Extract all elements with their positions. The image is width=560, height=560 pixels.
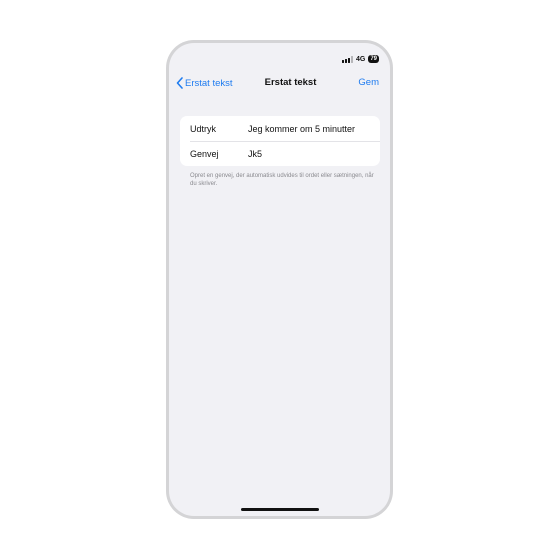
form-group: Udtryk Genvej <box>180 116 380 166</box>
chevron-left-icon <box>176 77 183 89</box>
phrase-input[interactable] <box>248 123 374 134</box>
home-indicator[interactable] <box>240 508 319 511</box>
shortcut-input[interactable] <box>248 148 374 159</box>
save-button[interactable]: Gem <box>358 77 379 88</box>
battery-icon: 79 <box>368 55 379 63</box>
screen: 4G 79 Erstat tekst Erstat tekst Gem Udtr… <box>169 43 390 516</box>
back-button-label: Erstat tekst <box>185 77 233 89</box>
status-bar: 4G 79 <box>341 54 379 64</box>
shortcut-row[interactable]: Genvej <box>180 141 380 166</box>
phrase-row[interactable]: Udtryk <box>180 116 380 141</box>
phone-frame: 4G 79 Erstat tekst Erstat tekst Gem Udtr… <box>166 40 393 519</box>
phrase-label: Udtryk <box>190 123 217 134</box>
navigation-bar: Erstat tekst Erstat tekst Gem <box>169 77 390 91</box>
cellular-signal-icon <box>341 55 353 63</box>
page-title-text: Erstat tekst <box>264 77 317 88</box>
back-button[interactable]: Erstat tekst <box>176 77 233 89</box>
shortcut-label: Genvej <box>190 148 219 159</box>
network-type: 4G <box>355 55 366 63</box>
footnote: Opret en genvej, der automatisk udvides … <box>190 173 374 187</box>
